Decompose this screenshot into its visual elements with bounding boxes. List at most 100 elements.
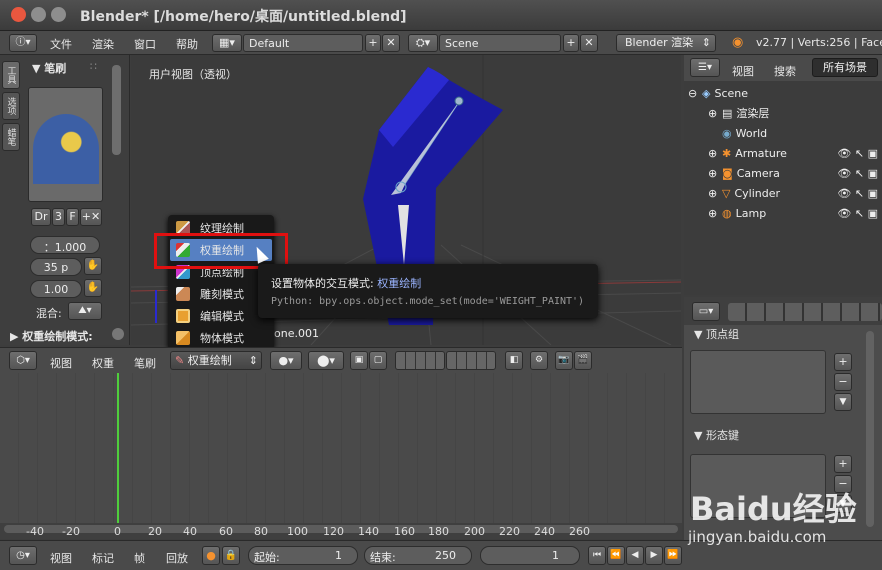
menu-item-object-mode[interactable]: 物体模式 [168,327,274,349]
strength-pressure-icon[interactable]: ✋ [84,279,102,297]
vertex-group-menu-button[interactable]: ▼ [834,393,852,411]
tab-options[interactable]: 选项 [2,92,20,120]
properties-tabs[interactable] [728,303,882,321]
next-keyframe-icon[interactable]: ⏩ [664,546,682,565]
remove-vertex-group-button[interactable]: − [834,373,852,391]
interaction-mode-select[interactable]: ✎ 权重绘制 ⇕ [170,351,262,370]
visibility-eye-icon[interactable]: 👁 ↖ ▣ [837,187,878,200]
remove-scene-button[interactable]: ✕ [580,34,598,52]
minimize-window-button[interactable] [31,7,46,22]
brush-fake-user-button[interactable]: F [66,208,79,226]
outliner-menu-search[interactable]: 搜索 [774,63,796,79]
menu-file[interactable]: 文件 [50,36,72,52]
visibility-eye-icon[interactable]: 👁 ↖ ▣ [837,207,878,220]
timeline-ruler[interactable]: -40 -20 0 20 40 60 80 100 120 140 160 18… [0,523,682,539]
outliner-row-scene[interactable]: ⊖ ◈ Scene [688,83,878,103]
add-screen-button[interactable]: + [365,34,381,52]
brush-users-button[interactable]: 3 [52,208,65,226]
pivot-point-select[interactable]: ⬤▾ [308,351,344,370]
outliner-menu-view[interactable]: 视图 [732,63,754,79]
outliner-row-camera[interactable]: ⊕ ◙ Camera 👁 ↖ ▣ [708,163,878,183]
editor-type-properties-button[interactable]: ▭▾ [692,302,720,321]
panel-circle-icon[interactable] [112,328,124,340]
outliner-row-armature[interactable]: ⊕ ✱ Armature 👁 ↖ ▣ [708,143,878,163]
menu-weights[interactable]: 权重 [92,355,114,371]
add-vertex-group-button[interactable]: + [834,353,852,371]
weight-paint-mode-panel[interactable]: ▶ 权重绘制模式: [10,328,93,344]
menu-view[interactable]: 视图 [50,355,72,371]
snap-icon[interactable]: ⚙ [530,351,548,370]
remove-screen-button[interactable]: ✕ [382,34,400,52]
vertex-mask-button[interactable]: ▢ [369,351,387,370]
lock-icon[interactable]: 🔒 [222,546,240,565]
tab-grease-pencil[interactable]: 蜡笔 [2,123,20,151]
editor-type-info-button[interactable]: ⓘ▾ [9,34,37,52]
menu-brush[interactable]: 笔刷 [134,355,156,371]
add-brush-button[interactable]: +✕ [80,208,102,226]
tab-tools[interactable]: 工具 [2,61,20,89]
expand-icon[interactable]: ⊕ [708,107,722,120]
timeline-area[interactable] [0,373,682,523]
prev-keyframe-icon[interactable]: ⏪ [607,546,625,565]
layers-button-a[interactable] [395,351,445,370]
add-shape-key-button[interactable]: + [834,455,852,473]
menu-render[interactable]: 渲染 [92,36,114,52]
jump-start-icon[interactable]: ⏮ [588,546,606,565]
expand-icon[interactable]: ⊕ [708,167,722,180]
brush-preview[interactable] [28,87,103,202]
world-icon: ◉ [722,126,732,140]
keyframe-record-icon[interactable]: ● [202,546,220,565]
current-frame-field[interactable]: 1 [480,546,580,565]
lock-camera-icon[interactable]: ◧ [505,351,523,370]
layers-button-b[interactable] [446,351,496,370]
scene-field[interactable]: Scene [439,34,561,52]
brush-scrollbar[interactable] [112,65,121,155]
outliner-filter-select[interactable]: 所有场景 [812,58,878,77]
expand-icon[interactable]: ⊕ [708,207,722,220]
brush-dr-button[interactable]: Dr [31,208,51,226]
maximize-window-button[interactable] [51,7,66,22]
vertex-groups-panel[interactable]: ▼ 顶点组 [694,326,739,342]
editor-type-outliner-button[interactable]: ☰▾ [690,58,720,77]
render-still-icon[interactable]: 📷 [555,351,573,370]
editor-type-timeline-button[interactable]: ◷▾ [9,546,37,565]
menu-frame[interactable]: 帧 [134,550,145,566]
expand-icon[interactable]: ⊕ [708,187,722,200]
screen-layout-field[interactable]: Default [243,34,363,52]
visibility-eye-icon[interactable]: 👁 ↖ ▣ [837,167,878,180]
menu-timeline-view[interactable]: 视图 [50,550,72,566]
expand-icon[interactable]: ⊕ [708,147,722,160]
panel-drag-icon[interactable]: ∷ [90,60,97,73]
editor-type-3d-button[interactable]: ⬡▾ [9,351,37,370]
add-scene-button[interactable]: + [563,34,579,52]
shape-keys-panel[interactable]: ▼ 形态键 [694,427,739,443]
render-engine-select[interactable]: Blender 渲染 ⇕ [616,34,716,52]
outliner-row-lamp[interactable]: ⊕ ◍ Lamp 👁 ↖ ▣ [708,203,878,223]
outliner-row-cylinder[interactable]: ⊕ ▽ Cylinder 👁 ↖ ▣ [708,183,878,203]
end-frame-field[interactable]: 结束: 250 [364,546,472,565]
face-mask-button[interactable]: ▣ [350,351,368,370]
brush-panel-header[interactable]: ▼ 笔刷 [32,60,66,76]
outliner-row-render-layers[interactable]: ⊕ ▤ 渲染层 [708,103,878,123]
strength-field[interactable]: 1.00 [30,280,82,298]
start-frame-field[interactable]: 起始: 1 [248,546,358,565]
viewport-shading-select[interactable]: ●▾ [270,351,302,370]
expand-icon[interactable]: ⊖ [688,87,702,100]
close-window-button[interactable] [11,7,26,22]
play-icon[interactable]: ▶ [645,546,663,565]
vertex-groups-list[interactable] [690,350,826,414]
outliner-row-world[interactable]: ◉ World [722,123,878,143]
menu-playback[interactable]: 回放 [166,550,188,566]
menu-help[interactable]: 帮助 [176,36,198,52]
weight-field[interactable]: ：1.000 [30,236,100,254]
screen-layout-icon[interactable]: ▦▾ [212,34,242,52]
menu-window[interactable]: 窗口 [134,36,156,52]
radius-pressure-icon[interactable]: ✋ [84,257,102,275]
play-reverse-icon[interactable]: ◀ [626,546,644,565]
render-anim-icon[interactable]: 🎬 [574,351,592,370]
blend-mode-select[interactable]: ⛰▾ [68,302,102,320]
menu-marker[interactable]: 标记 [92,550,114,566]
scene-icon[interactable]: ⛭▾ [408,34,438,52]
visibility-eye-icon[interactable]: 👁 ↖ ▣ [837,147,878,160]
radius-field[interactable]: 35 p [30,258,82,276]
